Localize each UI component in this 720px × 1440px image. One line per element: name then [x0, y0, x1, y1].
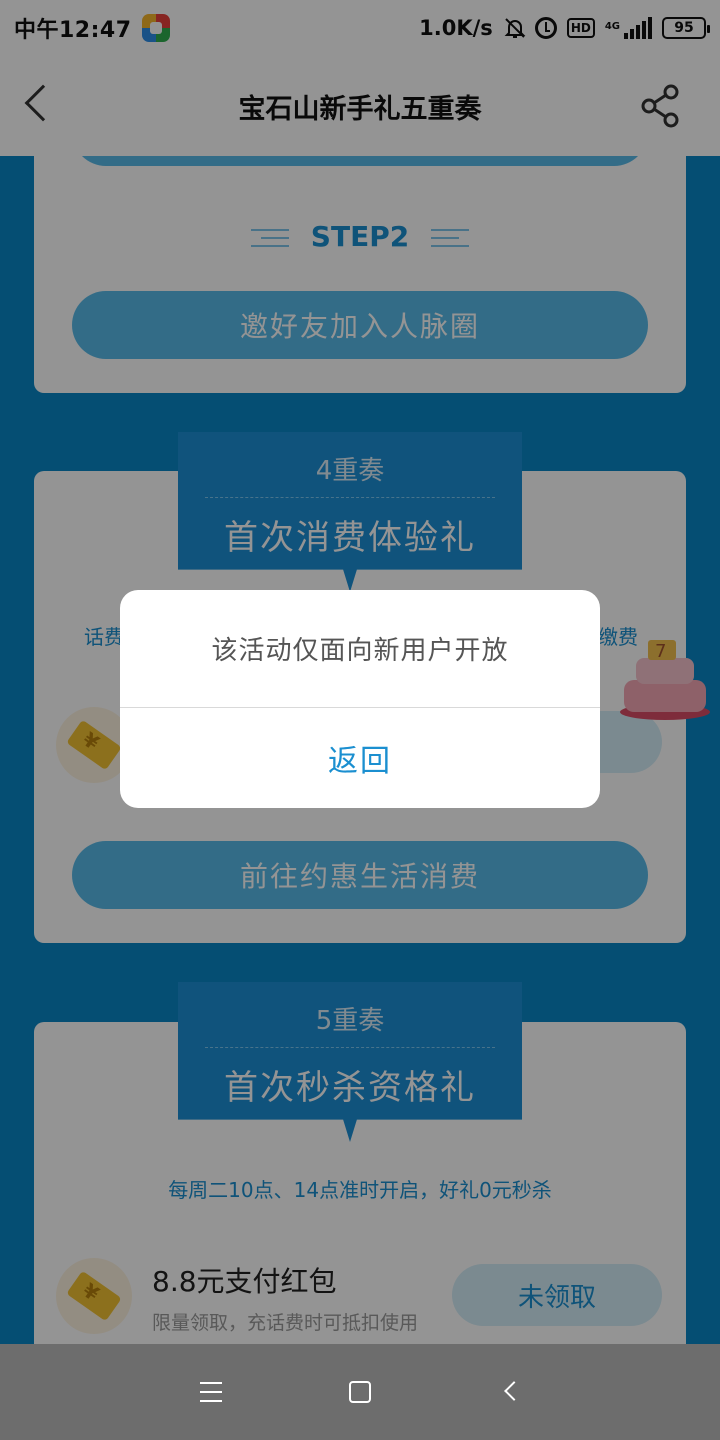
nav-back-icon[interactable] — [504, 1381, 524, 1401]
home-icon[interactable] — [349, 1381, 371, 1403]
system-nav-bar — [0, 1344, 720, 1440]
menu-icon[interactable] — [200, 1382, 222, 1402]
dialog-message: 该活动仅面向新用户开放 — [120, 590, 600, 708]
new-user-only-dialog: 该活动仅面向新用户开放 返回 — [120, 590, 600, 808]
dialog-return-button[interactable]: 返回 — [120, 708, 600, 808]
